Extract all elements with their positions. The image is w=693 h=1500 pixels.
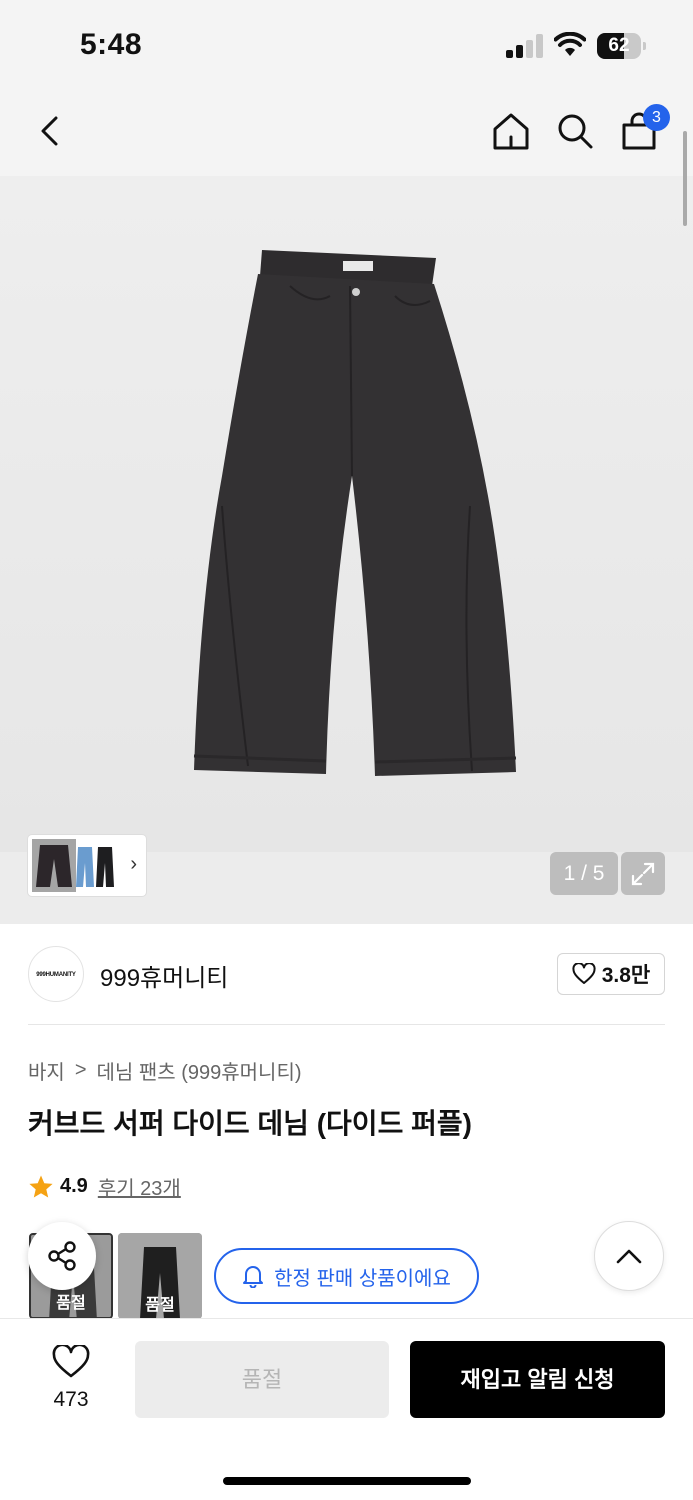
breadcrumb-category[interactable]: 바지 — [28, 1056, 65, 1085]
brand-like-button[interactable]: 3.8만 — [557, 953, 665, 995]
cart-button[interactable]: 3 — [614, 104, 670, 156]
image-counter: 1 / 5 — [550, 852, 618, 895]
restock-alert-button[interactable]: 재입고 알림 신청 — [410, 1341, 665, 1418]
back-button[interactable] — [25, 106, 75, 156]
top-nav-bar: 3 — [0, 90, 693, 176]
rating-score: 4.9 — [60, 1175, 88, 1197]
search-icon — [558, 114, 593, 149]
chevron-up-icon — [616, 1249, 642, 1264]
share-button[interactable] — [28, 1222, 96, 1290]
limited-sale-label: 한정 판매 상품이에요 — [274, 1267, 451, 1290]
brand-like-count: 3.8만 — [601, 964, 651, 987]
status-time: 5:48 — [80, 28, 143, 61]
expand-icon — [631, 862, 655, 885]
brand-row[interactable]: 999HUMANITY 999휴머니티 3.8만 — [28, 946, 665, 1002]
expand-image-button[interactable] — [621, 852, 665, 895]
back-icon — [41, 116, 58, 146]
status-bar: 5:48 62 — [0, 0, 693, 90]
bottom-action-bar: 473 품절 재입고 알림 신청 — [0, 1318, 693, 1500]
scroll-top-button[interactable] — [594, 1221, 664, 1291]
star-icon — [29, 1175, 53, 1197]
wishlist-button[interactable]: 473 — [40, 1343, 102, 1412]
product-photo-jeans — [0, 176, 693, 924]
scroll-indicator — [683, 131, 687, 226]
wishlist-count: 473 — [53, 1388, 89, 1411]
battery-percent: 62 — [608, 35, 630, 56]
cart-count-badge: 3 — [643, 104, 670, 131]
bell-icon — [243, 1266, 264, 1288]
option-thumb-black[interactable]: 품절 — [118, 1233, 202, 1319]
option-soldout-label: 품절 — [56, 1295, 86, 1312]
breadcrumb-separator: > — [74, 1059, 87, 1081]
thumbnail-more-icon: › — [130, 853, 137, 875]
limited-sale-button[interactable]: 한정 판매 상품이에요 — [214, 1248, 479, 1304]
option-soldout-label: 품절 — [145, 1297, 175, 1314]
heart-icon — [52, 1343, 90, 1378]
wifi-icon — [553, 31, 587, 58]
breadcrumb: 바지 > 데님 팬츠 (999휴머니티) — [28, 1056, 302, 1085]
divider — [28, 1024, 665, 1025]
home-indicator — [223, 1477, 471, 1485]
thumbnail-strip[interactable]: › — [28, 835, 146, 896]
battery-icon: 62 — [597, 33, 647, 59]
brand-name[interactable]: 999휴머니티 — [100, 958, 228, 993]
cellular-signal-icon — [506, 34, 544, 58]
brand-logo[interactable]: 999HUMANITY — [28, 946, 84, 1002]
home-button[interactable] — [486, 106, 536, 156]
reviews-link[interactable]: 후기 23개 — [98, 1172, 181, 1201]
product-title: 커브드 서퍼 다이드 데님 (다이드 퍼플) — [28, 1108, 472, 1139]
home-icon — [493, 113, 529, 150]
soldout-button: 품절 — [135, 1341, 389, 1418]
product-image-gallery[interactable]: › 1 / 5 — [0, 176, 693, 924]
product-rating: 4.9 후기 23개 — [28, 1172, 181, 1201]
breadcrumb-subcategory[interactable]: 데님 팬츠 (999휴머니티) — [97, 1056, 302, 1085]
share-icon — [48, 1241, 76, 1271]
search-button[interactable] — [550, 106, 600, 156]
heart-icon — [572, 963, 596, 984]
thumbnail-images — [32, 839, 114, 892]
